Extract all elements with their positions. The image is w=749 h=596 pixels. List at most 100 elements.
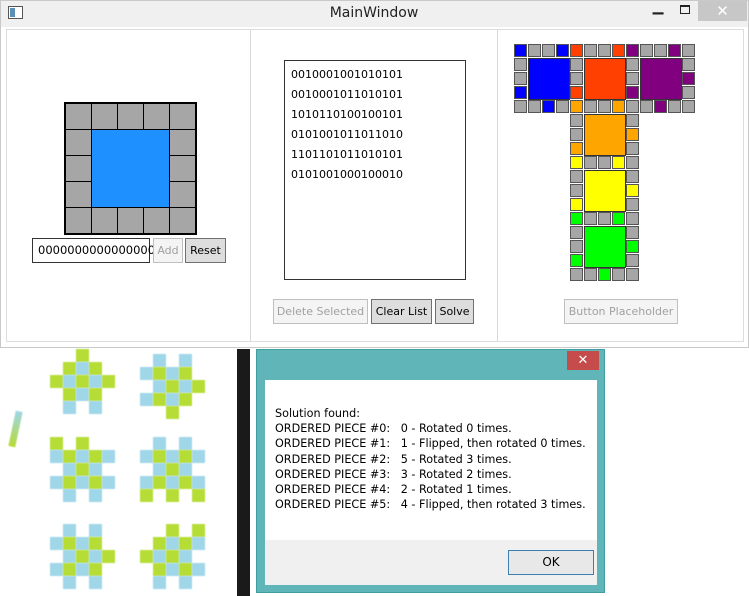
background-pixel xyxy=(166,489,179,502)
board-cell xyxy=(682,86,695,99)
background-pixel xyxy=(140,367,153,380)
piece-edge-cell[interactable] xyxy=(91,207,118,234)
board-cell xyxy=(626,58,639,71)
background-pixel xyxy=(50,537,63,550)
button-placeholder[interactable]: Button Placeholder xyxy=(564,299,678,324)
background-pixel xyxy=(76,450,89,463)
board-cell xyxy=(584,44,597,57)
board-cell xyxy=(584,212,597,225)
background-pixel xyxy=(76,349,89,362)
piece-edge-cell[interactable] xyxy=(169,129,196,156)
board-cell xyxy=(626,212,639,225)
piece-edge-cell[interactable] xyxy=(65,207,92,234)
list-item[interactable]: 0010001011010101 xyxy=(291,85,459,105)
piece-edge-cell[interactable] xyxy=(169,207,196,234)
board-cell xyxy=(514,44,527,57)
piece-editor-grid[interactable] xyxy=(64,102,197,235)
background-pixel xyxy=(140,450,153,463)
background-pixel xyxy=(63,576,76,589)
piece-code-input[interactable]: 0000000000000000 xyxy=(32,238,155,263)
board-cell xyxy=(612,44,625,57)
background-pixel xyxy=(192,524,205,537)
board-piece-center xyxy=(584,114,626,156)
title-bar[interactable]: MainWindow ▁ ✕ xyxy=(1,0,748,27)
client-area: 0000000000000000 Add Reset 0010001001010… xyxy=(6,29,744,342)
background-pixel xyxy=(153,537,166,550)
background-pixel xyxy=(89,450,102,463)
piece-edge-cell[interactable] xyxy=(65,155,92,182)
background-pixel xyxy=(179,437,192,450)
delete-selected-button[interactable]: Delete Selected xyxy=(273,299,368,324)
piece-edge-cell[interactable] xyxy=(65,181,92,208)
solution-dialog: ✕ Solution found: ORDERED PIECE #0: 0 - R… xyxy=(256,349,605,593)
board-piece-center xyxy=(640,58,682,100)
background-pixel xyxy=(166,537,179,550)
piece-edge-cell[interactable] xyxy=(143,207,170,234)
background-pixel xyxy=(179,550,192,563)
board-cell xyxy=(556,44,569,57)
background-pixel xyxy=(63,563,76,576)
dialog-close-button[interactable]: ✕ xyxy=(567,351,599,370)
board-cell xyxy=(570,156,583,169)
board-cell xyxy=(514,86,527,99)
solve-button[interactable]: Solve xyxy=(435,299,474,324)
background-pixel xyxy=(166,450,179,463)
background-pixel xyxy=(179,450,192,463)
close-button[interactable]: ✕ xyxy=(698,1,747,21)
board-cell xyxy=(626,240,639,253)
piece-center xyxy=(92,130,169,207)
board-cell xyxy=(556,100,569,113)
background-pixel xyxy=(166,563,179,576)
background-pixel xyxy=(179,380,192,393)
solution-board xyxy=(514,44,726,296)
board-cell xyxy=(542,44,555,57)
piece-edge-cell[interactable] xyxy=(169,181,196,208)
background-pixel xyxy=(153,550,166,563)
piece-edge-cell[interactable] xyxy=(169,155,196,182)
background-pixel xyxy=(63,550,76,563)
background-pixel xyxy=(89,524,102,537)
background-pixel xyxy=(76,476,89,489)
piece-edge-cell[interactable] xyxy=(117,103,144,130)
piece-edge-cell[interactable] xyxy=(143,103,170,130)
piece-edge-cell[interactable] xyxy=(65,103,92,130)
background-pixel xyxy=(179,563,192,576)
background-pixel xyxy=(179,354,192,367)
background-pixel xyxy=(76,463,89,476)
add-button[interactable]: Add xyxy=(153,238,183,263)
background-pieces-window xyxy=(0,349,236,596)
maximize-button[interactable] xyxy=(673,1,697,21)
background-pixel xyxy=(50,563,63,576)
list-item[interactable]: 0101001000100010 xyxy=(291,165,459,185)
list-item[interactable]: 0010001001010101 xyxy=(291,65,459,85)
background-pixel xyxy=(63,401,76,414)
background-pixel xyxy=(140,393,153,406)
board-cell xyxy=(626,128,639,141)
piece-edge-cell[interactable] xyxy=(91,103,118,130)
board-piece-center xyxy=(584,58,626,100)
board-cell xyxy=(626,86,639,99)
background-pixel xyxy=(179,367,192,380)
piece-edge-cell[interactable] xyxy=(117,207,144,234)
piece-list[interactable]: 0010001001010101 0010001011010101 10101101… xyxy=(284,60,466,280)
list-item[interactable]: 0101001011011010 xyxy=(291,125,459,145)
list-item[interactable]: 1010110100100101 xyxy=(291,105,459,125)
clear-list-button[interactable]: Clear List xyxy=(371,299,432,324)
background-pixel xyxy=(76,437,89,450)
ok-button[interactable]: OK xyxy=(508,550,594,575)
piece-edge-cell[interactable] xyxy=(169,103,196,130)
board-piece-center xyxy=(584,170,626,212)
list-item[interactable]: 1101101011010101 xyxy=(291,145,459,165)
reset-button[interactable]: Reset xyxy=(185,238,226,263)
minimize-button[interactable]: ▁ xyxy=(645,0,671,21)
piece-edge-cell[interactable] xyxy=(65,129,92,156)
background-pixel xyxy=(179,576,192,589)
background-pixel xyxy=(140,489,153,502)
board-cell xyxy=(626,100,639,113)
board-cell xyxy=(570,114,583,127)
board-cell xyxy=(570,142,583,155)
background-pixel xyxy=(153,576,166,589)
background-pixel xyxy=(89,388,102,401)
background-pixel xyxy=(102,476,115,489)
background-pixel xyxy=(63,489,76,502)
